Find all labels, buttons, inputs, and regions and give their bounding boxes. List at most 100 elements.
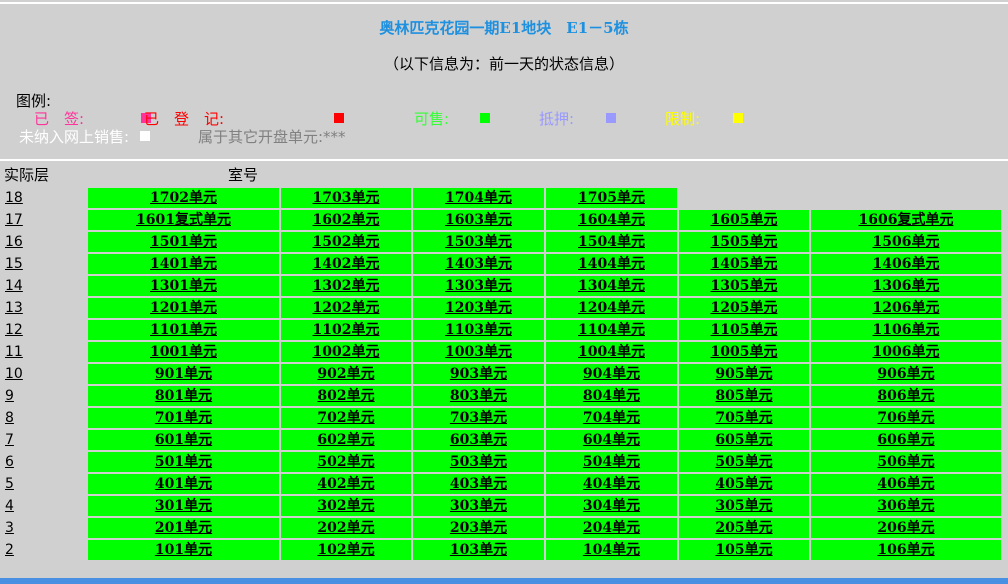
unit-cell[interactable]: 1401单元 bbox=[88, 254, 279, 274]
unit-cell[interactable]: 704单元 bbox=[546, 408, 677, 428]
floor-label[interactable]: 6 bbox=[5, 452, 14, 472]
floor-label[interactable]: 10 bbox=[5, 364, 23, 384]
unit-cell[interactable]: 1603单元 bbox=[413, 210, 544, 230]
unit-cell[interactable]: 805单元 bbox=[679, 386, 809, 406]
floor-label[interactable]: 8 bbox=[5, 408, 14, 428]
unit-cell[interactable]: 1003单元 bbox=[413, 342, 544, 362]
unit-cell[interactable]: 706单元 bbox=[811, 408, 1001, 428]
unit-cell[interactable]: 1504单元 bbox=[546, 232, 677, 252]
unit-cell[interactable]: 105单元 bbox=[679, 540, 809, 560]
unit-cell[interactable]: 1704单元 bbox=[413, 188, 544, 208]
unit-cell[interactable]: 1101单元 bbox=[88, 320, 279, 340]
unit-cell[interactable]: 1605单元 bbox=[679, 210, 809, 230]
unit-cell[interactable]: 903单元 bbox=[413, 364, 544, 384]
unit-cell[interactable]: 404单元 bbox=[546, 474, 677, 494]
floor-label[interactable]: 14 bbox=[5, 276, 23, 296]
floor-label[interactable]: 17 bbox=[5, 210, 23, 230]
unit-cell[interactable]: 802单元 bbox=[281, 386, 411, 406]
unit-cell[interactable]: 402单元 bbox=[281, 474, 411, 494]
unit-cell[interactable]: 306单元 bbox=[811, 496, 1001, 516]
unit-cell[interactable]: 701单元 bbox=[88, 408, 279, 428]
unit-cell[interactable]: 1304单元 bbox=[546, 276, 677, 296]
unit-cell[interactable]: 1005单元 bbox=[679, 342, 809, 362]
unit-cell[interactable]: 1503单元 bbox=[413, 232, 544, 252]
unit-cell[interactable]: 1002单元 bbox=[281, 342, 411, 362]
floor-label[interactable]: 5 bbox=[5, 474, 14, 494]
unit-cell[interactable]: 1202单元 bbox=[281, 298, 411, 318]
unit-cell[interactable]: 1703单元 bbox=[281, 188, 411, 208]
unit-cell[interactable]: 1604单元 bbox=[546, 210, 677, 230]
unit-cell[interactable]: 1601复式单元 bbox=[88, 210, 279, 230]
unit-cell[interactable]: 1406单元 bbox=[811, 254, 1001, 274]
unit-cell[interactable]: 806单元 bbox=[811, 386, 1001, 406]
unit-cell[interactable]: 301单元 bbox=[88, 496, 279, 516]
floor-label[interactable]: 11 bbox=[5, 342, 23, 362]
unit-cell[interactable]: 506单元 bbox=[811, 452, 1001, 472]
floor-label[interactable]: 7 bbox=[5, 430, 14, 450]
unit-cell[interactable]: 1306单元 bbox=[811, 276, 1001, 296]
unit-cell[interactable]: 1004单元 bbox=[546, 342, 677, 362]
unit-cell[interactable]: 902单元 bbox=[281, 364, 411, 384]
unit-cell[interactable]: 1506单元 bbox=[811, 232, 1001, 252]
unit-cell[interactable]: 1702单元 bbox=[88, 188, 279, 208]
unit-cell[interactable]: 501单元 bbox=[88, 452, 279, 472]
unit-cell[interactable]: 702单元 bbox=[281, 408, 411, 428]
unit-cell[interactable]: 1305单元 bbox=[679, 276, 809, 296]
unit-cell[interactable]: 401单元 bbox=[88, 474, 279, 494]
unit-cell[interactable]: 705单元 bbox=[679, 408, 809, 428]
unit-cell[interactable]: 1206单元 bbox=[811, 298, 1001, 318]
unit-cell[interactable]: 703单元 bbox=[413, 408, 544, 428]
unit-cell[interactable]: 605单元 bbox=[679, 430, 809, 450]
unit-cell[interactable]: 303单元 bbox=[413, 496, 544, 516]
unit-cell[interactable]: 602单元 bbox=[281, 430, 411, 450]
unit-cell[interactable]: 1201单元 bbox=[88, 298, 279, 318]
unit-cell[interactable]: 606单元 bbox=[811, 430, 1001, 450]
unit-cell[interactable]: 1404单元 bbox=[546, 254, 677, 274]
unit-cell[interactable]: 204单元 bbox=[546, 518, 677, 538]
unit-cell[interactable]: 205单元 bbox=[679, 518, 809, 538]
unit-cell[interactable]: 1103单元 bbox=[413, 320, 544, 340]
unit-cell[interactable]: 1501单元 bbox=[88, 232, 279, 252]
unit-cell[interactable]: 1303单元 bbox=[413, 276, 544, 296]
floor-label[interactable]: 4 bbox=[5, 496, 14, 516]
unit-cell[interactable]: 1104单元 bbox=[546, 320, 677, 340]
unit-cell[interactable]: 601单元 bbox=[88, 430, 279, 450]
unit-cell[interactable]: 1302单元 bbox=[281, 276, 411, 296]
floor-label[interactable]: 15 bbox=[5, 254, 23, 274]
floor-label[interactable]: 13 bbox=[5, 298, 23, 318]
unit-cell[interactable]: 1505单元 bbox=[679, 232, 809, 252]
unit-cell[interactable]: 304单元 bbox=[546, 496, 677, 516]
unit-cell[interactable]: 904单元 bbox=[546, 364, 677, 384]
unit-cell[interactable]: 206单元 bbox=[811, 518, 1001, 538]
unit-cell[interactable]: 1502单元 bbox=[281, 232, 411, 252]
unit-cell[interactable]: 101单元 bbox=[88, 540, 279, 560]
unit-cell[interactable]: 604单元 bbox=[546, 430, 677, 450]
floor-label[interactable]: 16 bbox=[5, 232, 23, 252]
unit-cell[interactable]: 1602单元 bbox=[281, 210, 411, 230]
unit-cell[interactable]: 202单元 bbox=[281, 518, 411, 538]
unit-cell[interactable]: 1301单元 bbox=[88, 276, 279, 296]
unit-cell[interactable]: 1106单元 bbox=[811, 320, 1001, 340]
floor-label[interactable]: 18 bbox=[5, 188, 23, 208]
unit-cell[interactable]: 1205单元 bbox=[679, 298, 809, 318]
unit-cell[interactable]: 106单元 bbox=[811, 540, 1001, 560]
unit-cell[interactable]: 1606复式单元 bbox=[811, 210, 1001, 230]
unit-cell[interactable]: 502单元 bbox=[281, 452, 411, 472]
unit-cell[interactable]: 801单元 bbox=[88, 386, 279, 406]
unit-cell[interactable]: 504单元 bbox=[546, 452, 677, 472]
unit-cell[interactable]: 1402单元 bbox=[281, 254, 411, 274]
unit-cell[interactable]: 803单元 bbox=[413, 386, 544, 406]
unit-cell[interactable]: 901单元 bbox=[88, 364, 279, 384]
unit-cell[interactable]: 1105单元 bbox=[679, 320, 809, 340]
floor-label[interactable]: 2 bbox=[5, 540, 14, 560]
unit-cell[interactable]: 201单元 bbox=[88, 518, 279, 538]
floor-label[interactable]: 12 bbox=[5, 320, 23, 340]
unit-cell[interactable]: 906单元 bbox=[811, 364, 1001, 384]
unit-cell[interactable]: 406单元 bbox=[811, 474, 1001, 494]
unit-cell[interactable]: 1403单元 bbox=[413, 254, 544, 274]
unit-cell[interactable]: 1006单元 bbox=[811, 342, 1001, 362]
unit-cell[interactable]: 403单元 bbox=[413, 474, 544, 494]
unit-cell[interactable]: 905单元 bbox=[679, 364, 809, 384]
unit-cell[interactable]: 302单元 bbox=[281, 496, 411, 516]
unit-cell[interactable]: 102单元 bbox=[281, 540, 411, 560]
